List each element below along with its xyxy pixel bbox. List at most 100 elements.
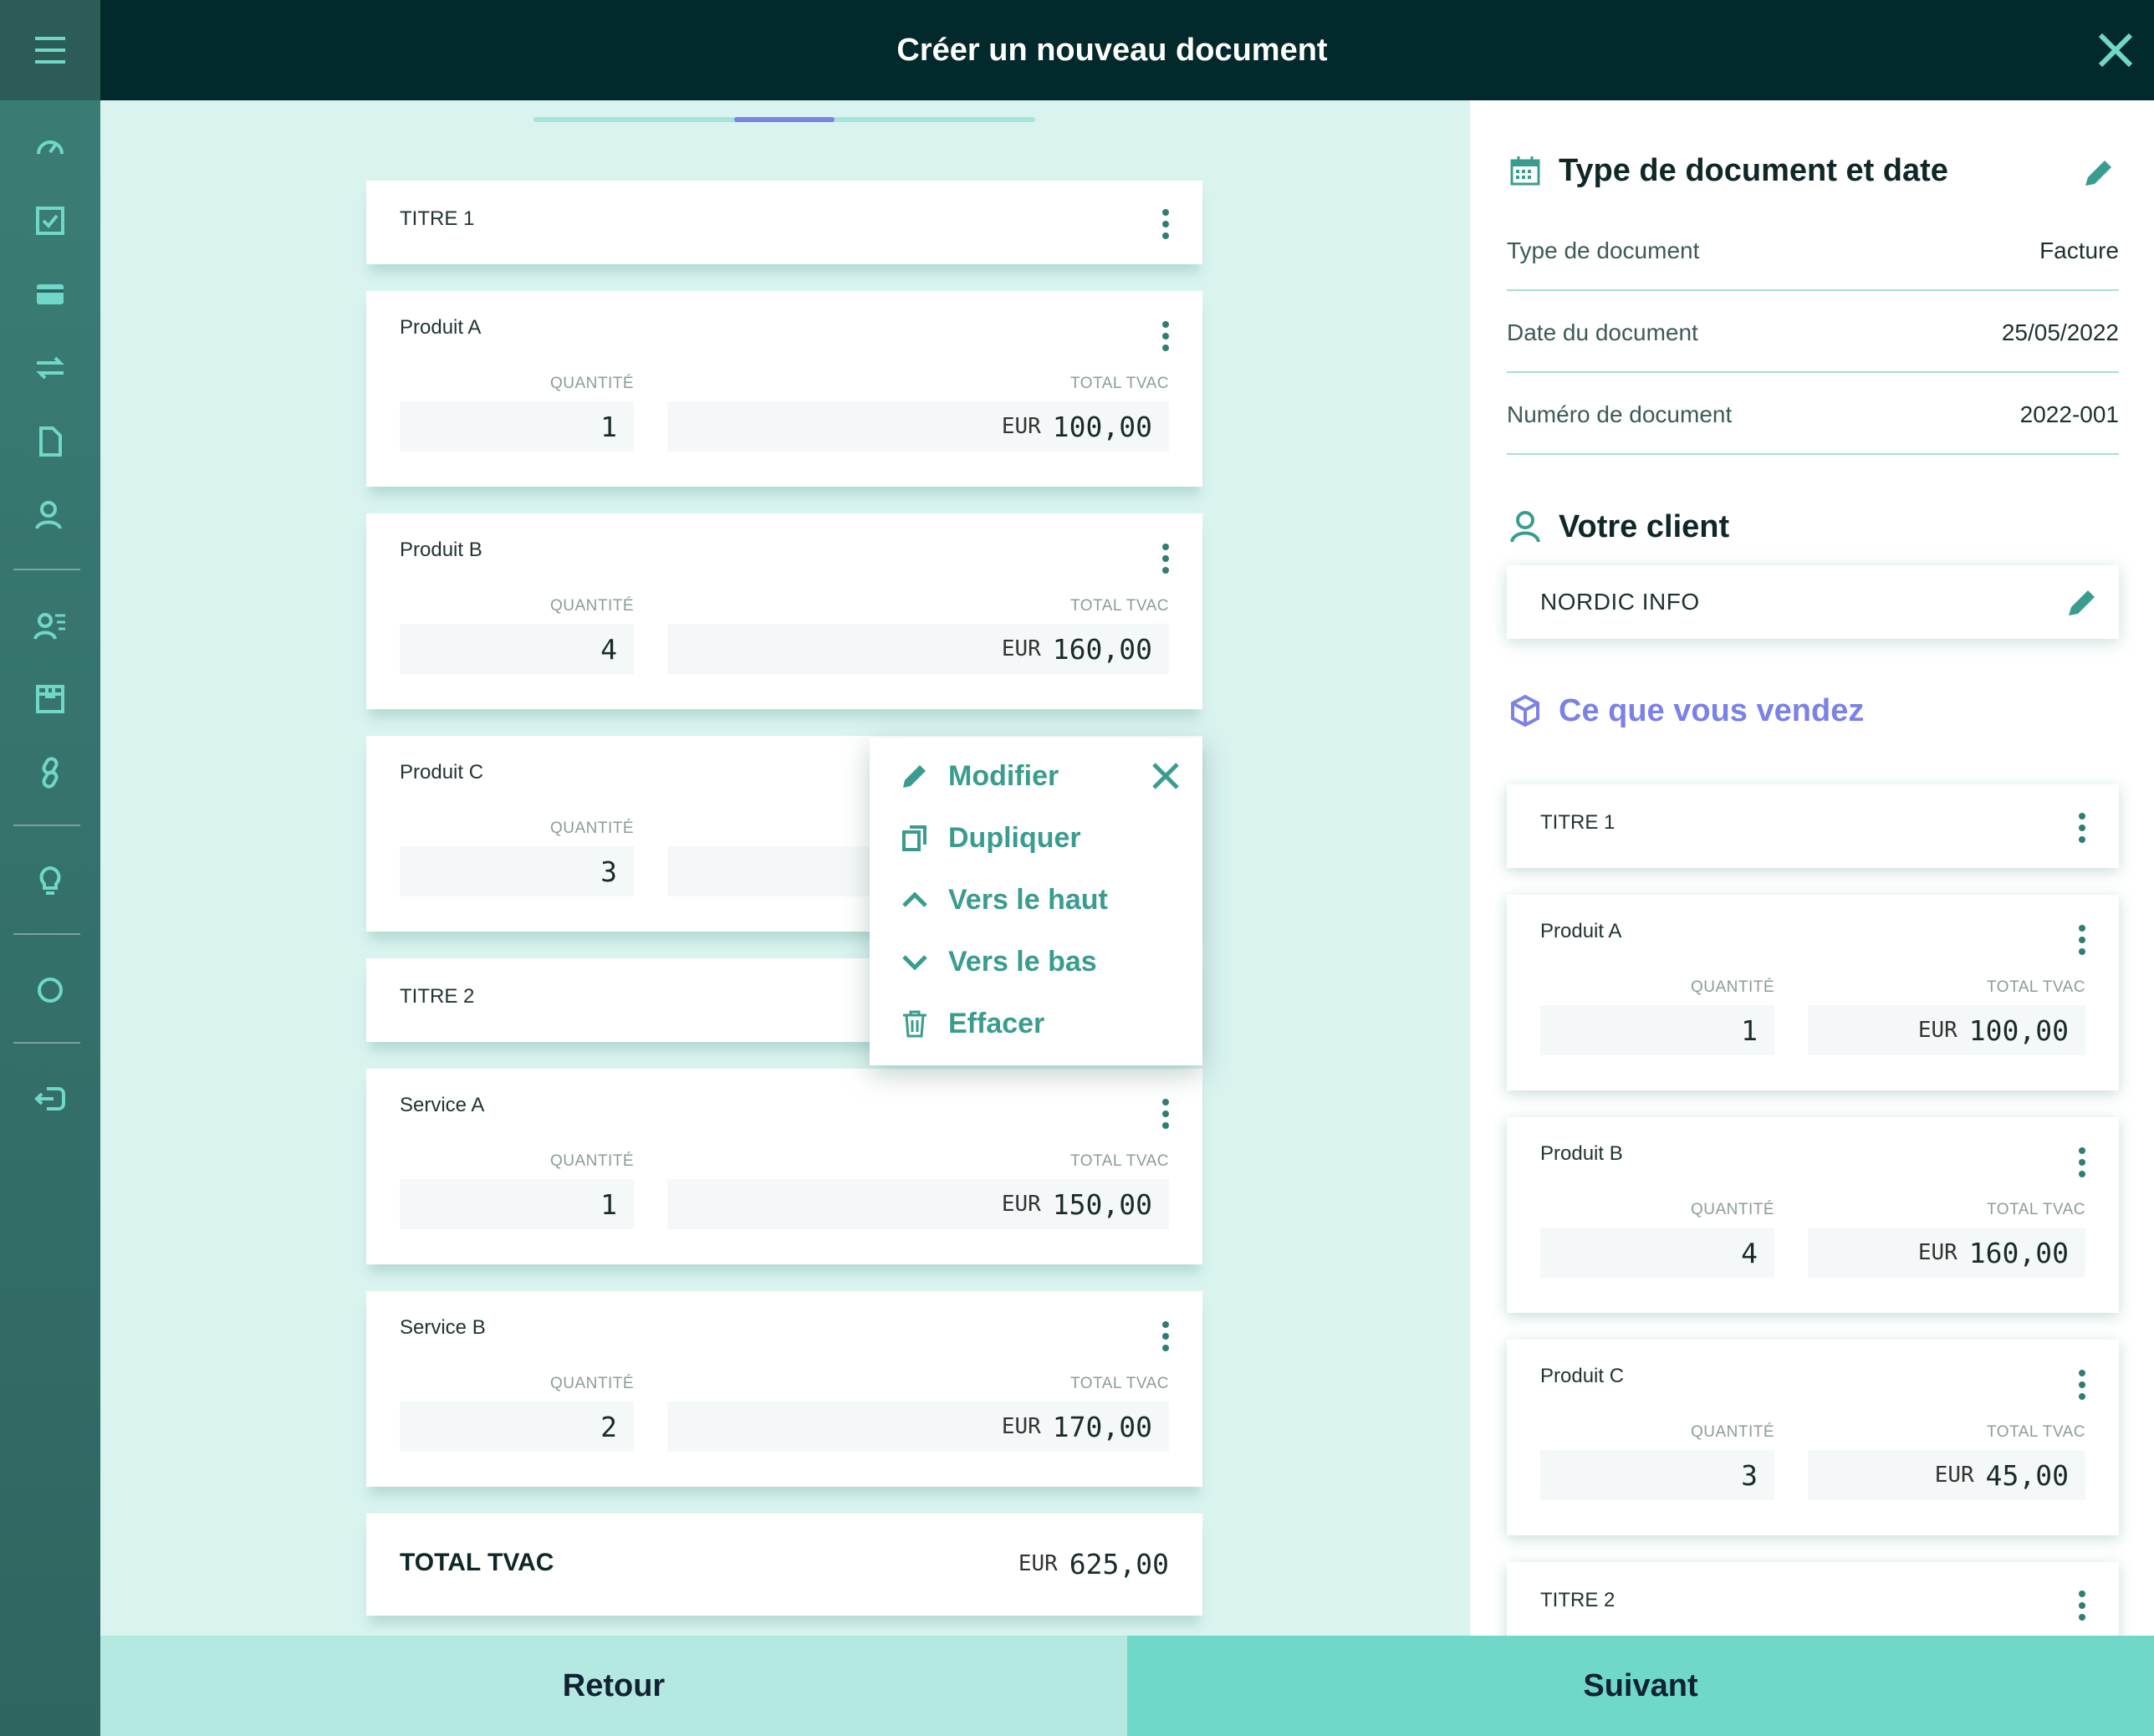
close-icon[interactable] <box>2094 28 2137 72</box>
menu-item-delete[interactable]: Effacer <box>896 998 1044 1049</box>
menu-item-label: Vers le bas <box>948 945 1097 978</box>
sidebar-item-users[interactable] <box>30 495 70 535</box>
total-field: EUR 100,00 <box>667 401 1169 452</box>
line-name: Produit C <box>1540 1365 1625 1387</box>
menu-item-label: Modifier <box>948 759 1059 792</box>
currency: EUR <box>1001 414 1041 439</box>
total-label: TOTAL TVAC <box>1070 597 1169 615</box>
menu-icon <box>35 37 65 64</box>
sidebar-item-documents[interactable] <box>30 421 70 462</box>
quantity-field[interactable]: 3 <box>1540 1450 1774 1500</box>
row-label: Type de document <box>1507 237 1700 263</box>
line-name: TITRE 2 <box>1540 1589 1616 1611</box>
section-title-text: Votre client <box>1559 508 1730 544</box>
menu-item-duplicate[interactable]: Dupliquer <box>896 813 1081 863</box>
context-menu: Modifier Dupliquer Vers le haut Vers le … <box>870 738 1202 1065</box>
summary-card-titre-1[interactable]: TITRE 1 <box>1507 784 2119 868</box>
quantity-field[interactable]: 2 <box>400 1402 634 1452</box>
more-icon[interactable] <box>1159 1318 1172 1355</box>
quantity-field[interactable]: 4 <box>1540 1228 1774 1278</box>
quantity-label: QUANTITÉ <box>1690 978 1774 996</box>
sidebar-item-contacts[interactable] <box>30 605 70 646</box>
menu-item-move-down[interactable]: Vers le bas <box>896 937 1097 987</box>
quantity-field[interactable]: 1 <box>400 1179 634 1229</box>
calendar-icon <box>1510 156 1540 186</box>
line-name: Service A <box>400 1094 485 1116</box>
chevron-down-icon <box>902 955 927 971</box>
quantity-label: QUANTITÉ <box>1690 1201 1774 1218</box>
menu-item-modify[interactable]: Modifier <box>896 751 1059 801</box>
sidebar-item-links[interactable] <box>30 753 70 793</box>
line-name: Produit C <box>400 761 484 784</box>
more-icon[interactable] <box>2075 922 2089 958</box>
more-icon[interactable] <box>2075 1144 2089 1181</box>
total-label: TOTAL TVAC <box>400 1549 554 1576</box>
sidebar-separator <box>13 825 80 826</box>
copy-icon <box>902 825 926 851</box>
sidebar-item-logout[interactable] <box>30 1079 70 1119</box>
edit-doc-icon[interactable] <box>2082 156 2116 189</box>
sell-section-title: Ce que vous vendez <box>1507 692 1864 729</box>
summary-card-produit-a[interactable]: Produit A QUANTITÉ TOTAL TVAC 1 EUR 100,0… <box>1507 895 2119 1090</box>
currency: EUR <box>1001 1414 1041 1439</box>
step-progress-fill <box>734 117 835 122</box>
more-icon[interactable] <box>1159 1095 1172 1132</box>
sidebar-item-transfers[interactable] <box>30 348 70 388</box>
total-label: TOTAL TVAC <box>1987 1423 2085 1441</box>
more-icon[interactable] <box>1159 318 1172 355</box>
line-card-produit-a[interactable]: Produit A QUANTITÉ TOTAL TVAC 1 EUR 100,0… <box>366 291 1202 487</box>
more-icon[interactable] <box>2075 1366 2089 1403</box>
sidebar-item-tasks[interactable] <box>30 201 70 241</box>
sidebar-item-payments[interactable] <box>30 274 70 314</box>
total-label: TOTAL TVAC <box>1070 375 1169 392</box>
menu-item-label: Dupliquer <box>948 821 1081 854</box>
total-label: TOTAL TVAC <box>1070 1152 1169 1170</box>
summary-card-produit-b[interactable]: Produit B QUANTITÉ TOTAL TVAC 4 EUR 160,0… <box>1507 1117 2119 1313</box>
more-icon[interactable] <box>2075 809 2089 846</box>
more-icon[interactable] <box>2075 1587 2089 1624</box>
line-card-service-a[interactable]: Service A QUANTITÉ TOTAL TVAC 1 EUR 150,0… <box>366 1069 1202 1264</box>
line-card-titre-1[interactable]: TITRE 1 <box>366 181 1202 264</box>
quantity-field[interactable]: 3 <box>400 846 634 896</box>
sidebar-item-products[interactable] <box>30 679 70 719</box>
back-button[interactable]: Retour <box>100 1636 1127 1736</box>
total-field: EUR 150,00 <box>667 1179 1169 1229</box>
quantity-value: 1 <box>600 1187 617 1221</box>
menu-item-label: Effacer <box>948 1007 1045 1039</box>
amount: 160,00 <box>1052 632 1152 666</box>
menu-item-move-up[interactable]: Vers le haut <box>896 875 1108 925</box>
quantity-label: QUANTITÉ <box>1690 1423 1774 1441</box>
chevron-up-icon <box>902 891 927 907</box>
client-selector[interactable]: NORDIC INFO <box>1507 565 2119 639</box>
line-name: Service B <box>400 1316 486 1339</box>
quantity-value: 2 <box>600 1410 617 1443</box>
document-icon <box>39 426 62 457</box>
summary-card-produit-c[interactable]: Produit C QUANTITÉ TOTAL TVAC 3 EUR 45,00 <box>1507 1340 2119 1535</box>
amount: 170,00 <box>1052 1410 1152 1443</box>
more-icon[interactable] <box>1159 540 1172 577</box>
more-icon[interactable] <box>1159 206 1172 243</box>
row-label: Date du document <box>1507 319 1698 345</box>
total-label: TOTAL TVAC <box>1987 1201 2085 1218</box>
bulb-icon <box>39 865 61 895</box>
summary-card-titre-2[interactable]: TITRE 2 <box>1507 1562 2119 1636</box>
menu-button[interactable] <box>0 0 100 100</box>
quantity-value: 1 <box>1741 1014 1758 1047</box>
line-card-service-b[interactable]: Service B QUANTITÉ TOTAL TVAC 2 EUR 170,0… <box>366 1291 1202 1487</box>
users-icon <box>35 501 62 529</box>
quantity-field[interactable]: 1 <box>400 401 634 452</box>
line-card-produit-b[interactable]: Produit B QUANTITÉ TOTAL TVAC 4 EUR 160,0… <box>366 513 1202 709</box>
next-button[interactable]: Suivant <box>1127 1636 2154 1736</box>
row-label: Numéro de document <box>1507 401 1733 427</box>
edit-client-icon[interactable] <box>2065 585 2099 619</box>
sidebar-item-ideas[interactable] <box>30 861 70 901</box>
sidebar-item-status[interactable] <box>30 970 70 1010</box>
close-menu-icon[interactable] <box>1149 759 1182 793</box>
quantity-field[interactable]: 1 <box>1540 1005 1774 1055</box>
currency: EUR <box>1934 1463 1974 1488</box>
circle-icon <box>38 978 63 1003</box>
quantity-field[interactable]: 4 <box>400 624 634 674</box>
amount: 45,00 <box>1985 1458 2069 1492</box>
doc-number-row: Numéro de document 2022-001 <box>1507 373 2119 455</box>
sidebar-item-dashboard[interactable] <box>30 127 70 167</box>
